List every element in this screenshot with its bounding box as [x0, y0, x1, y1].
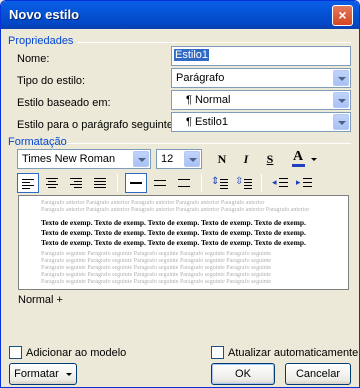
preview-previous-line: Parágrafo anterior Parágrafo anterior Pa… — [41, 207, 310, 213]
align-left-button[interactable] — [17, 173, 39, 193]
next-style-select[interactable]: ¶ Estilo1 — [171, 112, 351, 132]
align-center-button[interactable] — [41, 173, 63, 193]
close-button[interactable]: × — [332, 5, 353, 26]
title-bar[interactable]: Novo estilo × — [1, 1, 359, 29]
name-field[interactable]: Estilo1 — [171, 46, 351, 66]
chevron-down-icon[interactable] — [333, 70, 349, 86]
auto-update-checkbox[interactable] — [211, 346, 224, 359]
ok-button[interactable]: OK — [211, 363, 275, 385]
toolbar-separator — [117, 174, 118, 192]
auto-update-label[interactable]: Atualizar automaticamente — [228, 347, 358, 359]
formatting-section-label: Formatação — [8, 136, 67, 148]
preview-next-line: Parágrafo seguinte Parágrafo seguinte Pa… — [41, 272, 272, 278]
new-style-dialog: Novo estilo × Propriedades Nome: Estilo1… — [0, 0, 360, 388]
chevron-down-icon[interactable] — [133, 151, 149, 167]
italic-button[interactable]: I — [235, 149, 257, 169]
next-style-value: ¶ Estilo1 — [186, 116, 228, 128]
style-type-value: Parágrafo — [176, 72, 225, 84]
chevron-down-icon[interactable] — [333, 114, 349, 130]
formatting-divider — [67, 143, 351, 144]
font-color-button[interactable]: A — [289, 149, 319, 169]
style-description: Normal + — [18, 294, 63, 306]
preview-previous-line: Parágrafo anterior Parágrafo anterior Pa… — [41, 200, 265, 206]
preview-sample-line: Texto de exemp. Texto de exemp. Texto de… — [41, 218, 306, 227]
format-button-label: Formatar — [14, 368, 59, 380]
decrease-indent-button[interactable]: ◂ — [269, 173, 291, 193]
chevron-down-icon — [311, 158, 317, 161]
format-button[interactable]: Formatar — [9, 363, 77, 385]
spacing-increase-icon: ⇕ — [211, 176, 220, 187]
add-to-template-label[interactable]: Adicionar ao modelo — [26, 347, 126, 359]
style-type-select[interactable]: Parágrafo — [171, 68, 351, 88]
increase-indent-button[interactable]: ▸ — [293, 173, 315, 193]
based-on-value: ¶ Normal — [186, 94, 231, 106]
properties-section-label: Propriedades — [8, 35, 74, 47]
font-value: Times New Roman — [22, 153, 116, 165]
font-size-value: 12 — [161, 153, 174, 165]
next-style-label: Estilo para o parágrafo seguinte: — [17, 119, 176, 131]
preview-sample-line: Texto de exemp. Texto de exemp. Texto de… — [41, 228, 306, 237]
preview-next-line: Parágrafo seguinte Parágrafo seguinte Pa… — [41, 251, 272, 257]
based-on-label: Estilo baseado em: — [17, 97, 111, 109]
increase-spacing-button[interactable]: ⇕ — [209, 173, 231, 193]
decrease-spacing-button[interactable]: ⇳ — [233, 173, 255, 193]
toolbar-separator — [261, 174, 262, 192]
preview-next-line: Parágrafo seguinte Parágrafo seguinte Pa… — [41, 279, 272, 285]
add-to-template-checkbox[interactable] — [9, 346, 22, 359]
preview-next-line: Parágrafo seguinte Parágrafo seguinte Pa… — [41, 265, 272, 271]
preview-sample-line: Texto de exemp. Texto de exemp. Texto de… — [41, 238, 306, 247]
double-spacing-button[interactable] — [173, 173, 195, 193]
chevron-down-icon[interactable] — [333, 92, 349, 108]
based-on-select[interactable]: ¶ Normal — [171, 90, 351, 110]
style-type-label: Tipo do estilo: — [17, 75, 86, 87]
cancel-button[interactable]: Cancelar — [285, 363, 351, 385]
close-icon: × — [338, 7, 347, 23]
underline-button[interactable]: S — [259, 149, 281, 169]
properties-divider — [77, 42, 351, 43]
font-size-select[interactable]: 12 — [156, 149, 202, 169]
indent-icon: ▸ — [296, 177, 301, 187]
outdent-icon: ◂ — [272, 177, 277, 187]
font-color-swatch — [292, 164, 305, 167]
one-half-spacing-button[interactable] — [149, 173, 171, 193]
style-preview: Parágrafo anterior Parágrafo anterior Pa… — [18, 195, 349, 290]
justify-button[interactable] — [89, 173, 111, 193]
preview-next-line: Parágrafo seguinte Parágrafo seguinte Pa… — [41, 258, 272, 264]
name-field-value: Estilo1 — [174, 49, 210, 61]
chevron-down-icon[interactable] — [184, 151, 200, 167]
single-spacing-button[interactable] — [125, 173, 147, 193]
spacing-decrease-icon: ⇳ — [235, 176, 244, 187]
triangle-down-icon — [65, 372, 72, 376]
font-select[interactable]: Times New Roman — [17, 149, 151, 169]
toolbar-separator — [201, 174, 202, 192]
align-right-button[interactable] — [65, 173, 87, 193]
dialog-title: Novo estilo — [9, 7, 80, 22]
bold-button[interactable]: N — [211, 149, 233, 169]
name-label: Nome: — [17, 53, 50, 65]
